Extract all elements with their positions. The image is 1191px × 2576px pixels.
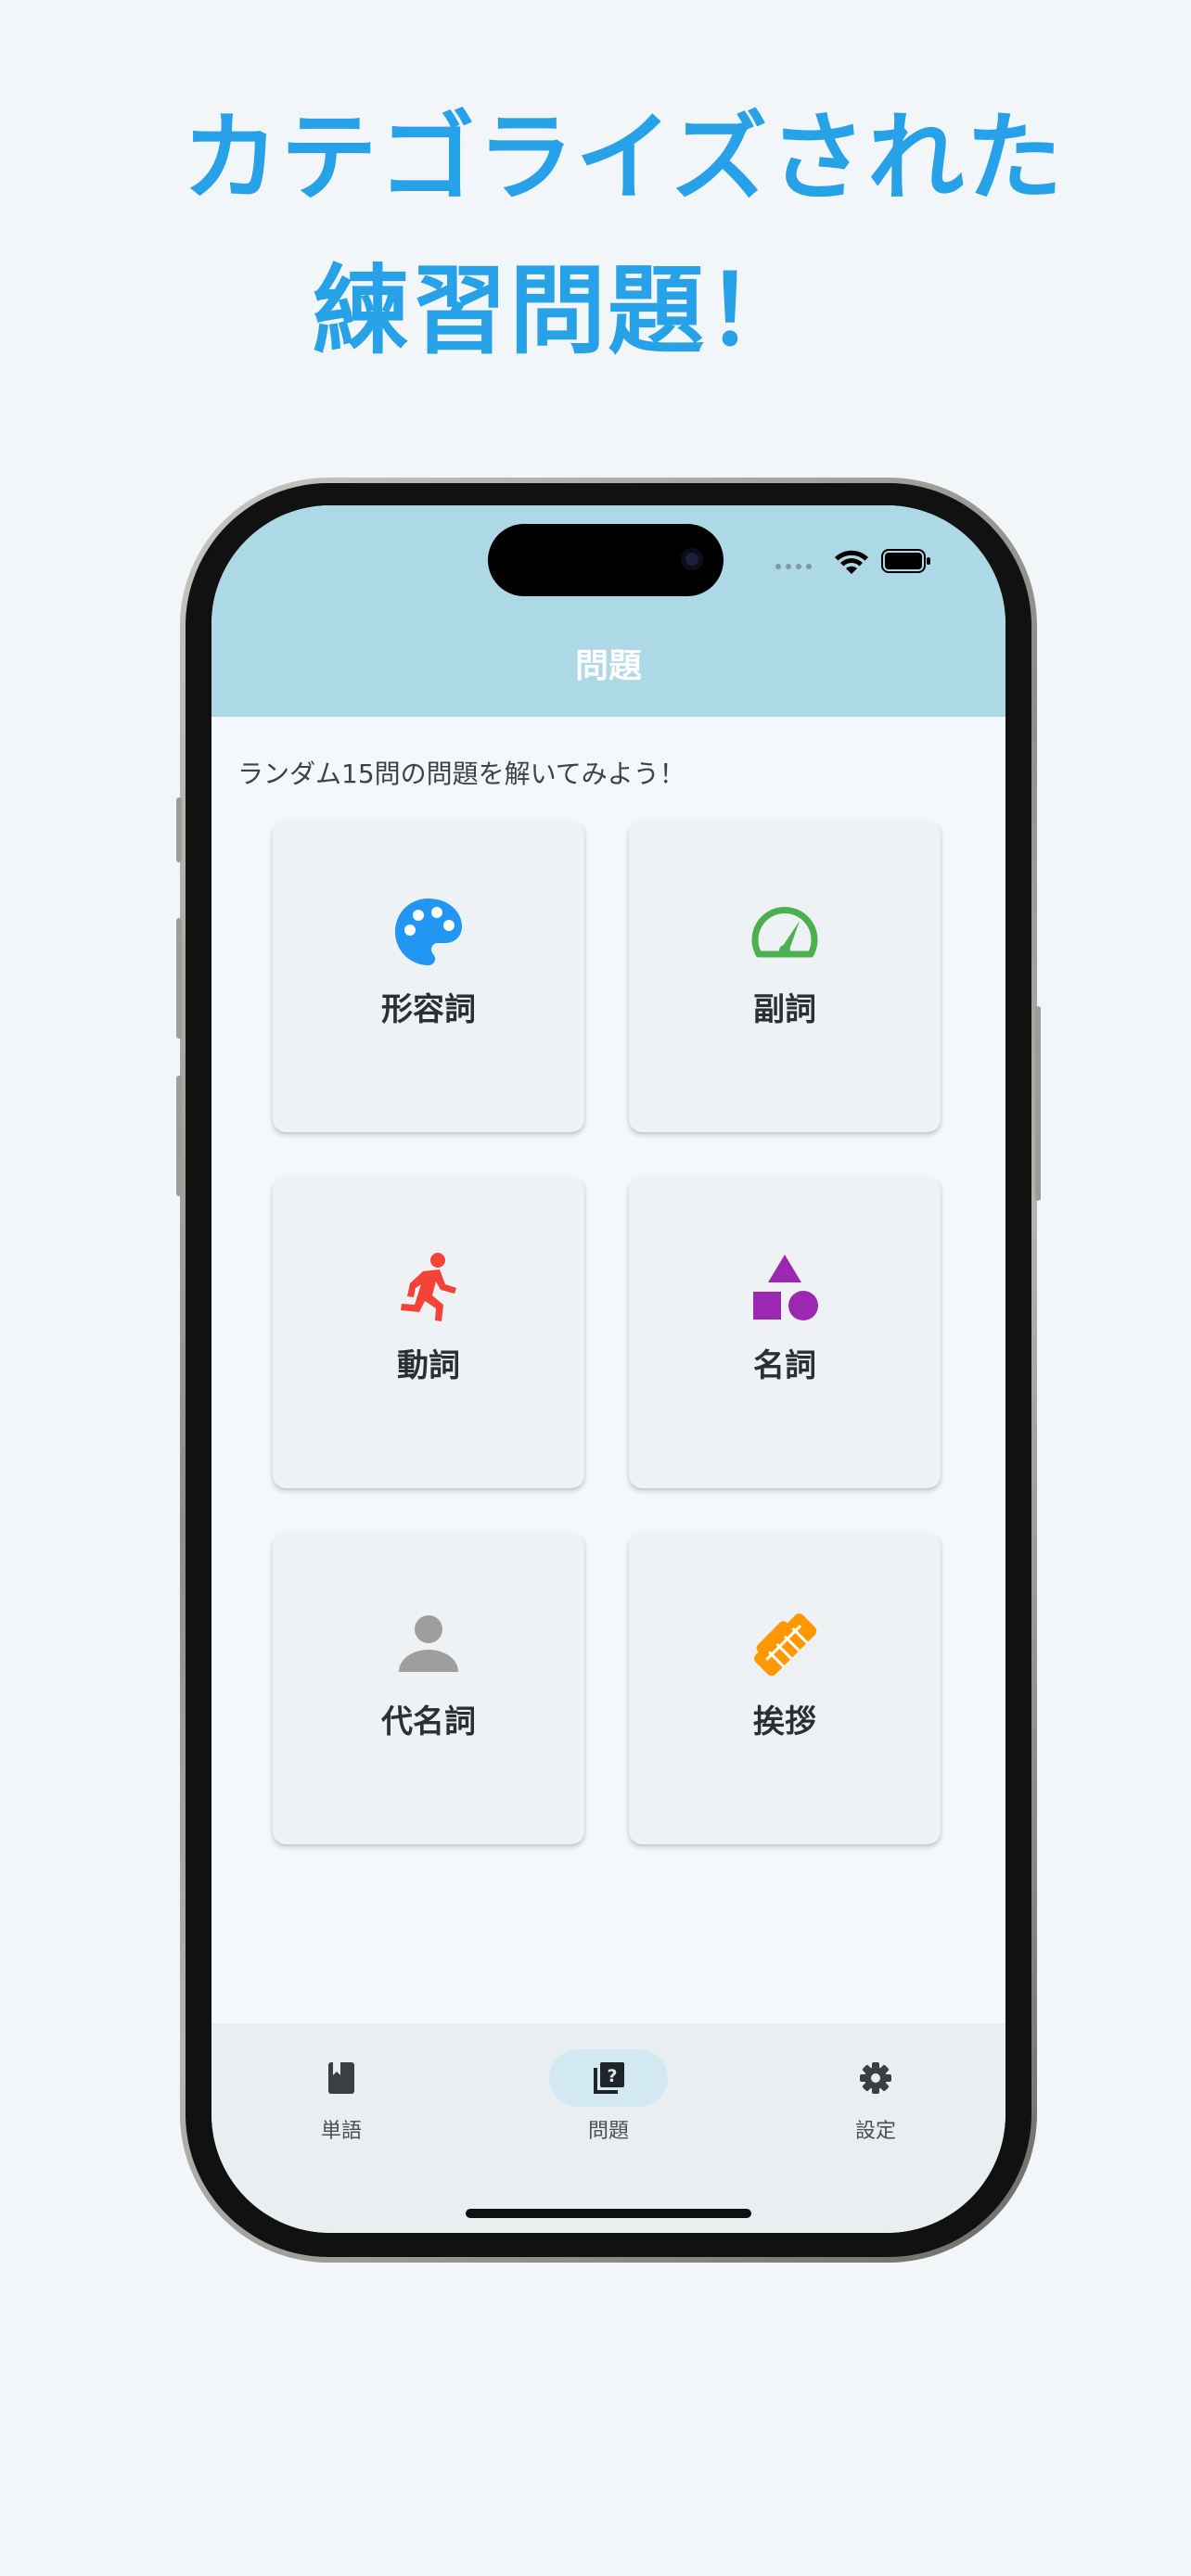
wifi-icon bbox=[835, 550, 868, 574]
action-button bbox=[176, 797, 182, 862]
quiz-icon: ? bbox=[594, 2062, 624, 2094]
volume-up-button bbox=[176, 918, 182, 1039]
phone-frame: 問題 ランダム15問の問題を解いてみよう！ 形容詞 副詞 動詞 名詞 代名詞 挨… bbox=[176, 478, 1041, 2263]
page-title: 問題 bbox=[574, 647, 642, 685]
promo-headline-line2: 練習問題！ bbox=[312, 254, 804, 367]
gear-icon bbox=[860, 2062, 891, 2094]
category-card-noun[interactable]: 名詞 bbox=[629, 1177, 941, 1488]
nav-label: 単語 bbox=[320, 2120, 362, 2143]
book-icon bbox=[328, 2062, 354, 2094]
running-person-icon bbox=[401, 1253, 456, 1321]
category-label: 動詞 bbox=[397, 1347, 460, 1384]
signal-icon bbox=[775, 564, 812, 569]
app-screen: 問題 ランダム15問の問題を解いてみよう！ 形容詞 副詞 動詞 名詞 代名詞 挨… bbox=[211, 505, 1005, 2233]
category-label: 形容詞 bbox=[381, 991, 476, 1028]
handshake-icon bbox=[754, 1613, 817, 1677]
app-header: 問題 bbox=[211, 505, 1005, 717]
category-card-adjective[interactable]: 形容詞 bbox=[273, 821, 584, 1132]
volume-down-button bbox=[176, 1076, 182, 1196]
person-icon bbox=[399, 1615, 458, 1672]
category-card-greeting[interactable]: 挨拶 bbox=[629, 1533, 941, 1844]
category-label: 挨拶 bbox=[753, 1703, 816, 1741]
palette-icon bbox=[395, 899, 462, 965]
home-indicator[interactable] bbox=[466, 2209, 751, 2218]
dynamic-island bbox=[488, 524, 724, 596]
category-label: 代名詞 bbox=[381, 1703, 476, 1741]
speed-icon bbox=[751, 907, 818, 958]
category-card-verb[interactable]: 動詞 bbox=[273, 1177, 584, 1488]
svg-text:?: ? bbox=[607, 2066, 617, 2086]
category-card-adverb[interactable]: 副詞 bbox=[629, 821, 941, 1132]
promo-headline-line1: カテゴライズされた bbox=[182, 101, 1065, 214]
category-label: 副詞 bbox=[753, 991, 816, 1028]
category-label: 名詞 bbox=[753, 1347, 816, 1384]
nav-item-words[interactable]: 単語 bbox=[267, 2049, 416, 2151]
power-button bbox=[1035, 1006, 1041, 1201]
shapes-icon bbox=[753, 1255, 818, 1320]
nav-item-settings[interactable]: 設定 bbox=[801, 2049, 950, 2151]
nav-label: 設定 bbox=[854, 2120, 896, 2143]
camera-icon bbox=[681, 548, 703, 570]
battery-icon bbox=[881, 549, 930, 573]
category-card-pronoun[interactable]: 代名詞 bbox=[273, 1533, 584, 1844]
nav-item-quiz[interactable]: ? 問題 bbox=[534, 2049, 683, 2151]
nav-label: 問題 bbox=[587, 2120, 629, 2143]
bottom-navigation: 単語 ? 問題 設定 bbox=[211, 2023, 1005, 2233]
instruction-text: ランダム15問の問題を解いてみよう！ bbox=[237, 759, 685, 789]
